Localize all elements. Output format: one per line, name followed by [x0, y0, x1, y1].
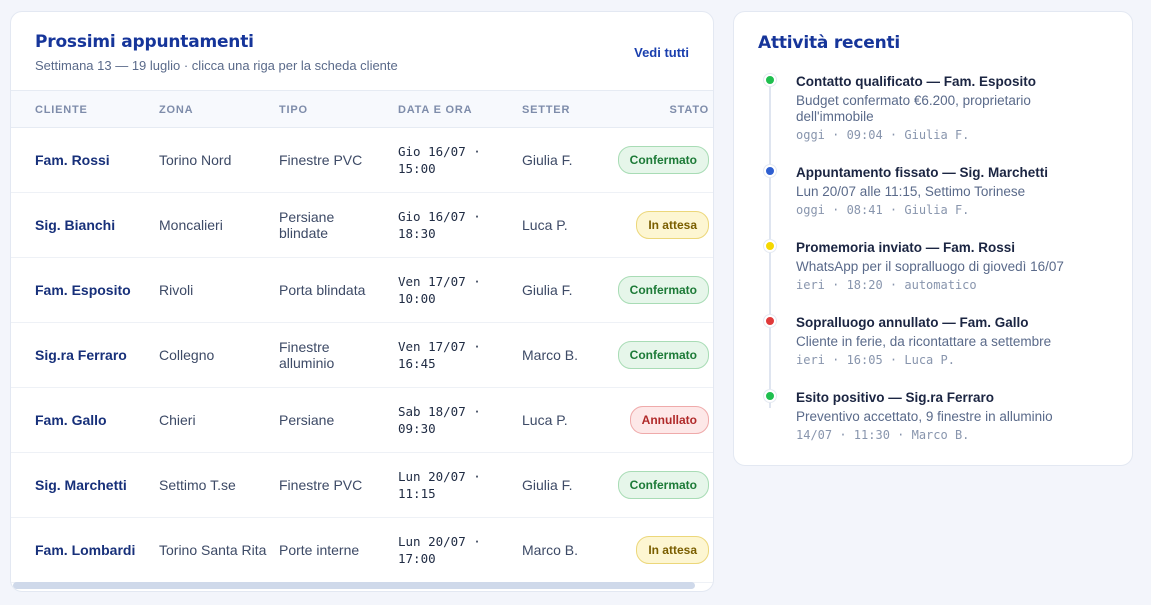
zone-cell: Rivoli [159, 282, 194, 298]
datetime-cell: Gio 16/07 · 15:00 [398, 144, 481, 176]
appointments-subtitle: Settimana 13 — 19 luglio · clicca una ri… [35, 58, 398, 73]
zone-cell: Chieri [159, 412, 196, 428]
activity-item-description: Preventivo accettato, 9 finestre in allu… [796, 409, 1053, 424]
status-cell: Confermato [617, 146, 709, 174]
client-cell: Sig. Bianchi [35, 217, 116, 233]
table-row[interactable]: Sig. Marchetti Settimo T.se Finestre PVC Lu… [11, 453, 713, 518]
view-all-link[interactable]: Vedi tutti [634, 45, 689, 60]
status-badge: Confermato [617, 146, 709, 174]
type-cell: Finestre PVC [279, 152, 363, 168]
status-dot-icon [764, 390, 776, 402]
datetime-cell: Gio 16/07 · 18:30 [398, 209, 481, 241]
datetime-cell: Lun 20/07 · 17:00 [398, 534, 481, 566]
status-badge: In attesa [636, 211, 709, 239]
status-dot-icon [764, 240, 776, 252]
status-dot-icon [764, 165, 776, 177]
table-body: Fam. Rossi Torino Nord Finestre PVC Gio 16/… [11, 128, 713, 583]
type-cell: Persiane blindate [279, 209, 335, 241]
column-header-tipo[interactable]: TIPO [279, 104, 384, 116]
setter-cell: Luca P. [522, 412, 568, 428]
type-cell: Porte interne [279, 542, 360, 558]
client-cell: Fam. Lombardi [35, 542, 136, 558]
activity-item-title: Promemoria inviato — Fam. Rossi [796, 240, 1016, 255]
column-header-setter[interactable]: SETTER [522, 104, 602, 116]
setter-cell: Marco B. [522, 542, 579, 558]
table-row[interactable]: Fam. Lombardi Torino Santa Rita Porte inte… [11, 518, 713, 583]
type-cell: Finestre PVC [279, 477, 363, 493]
activity-item-description: Budget confermato €6.200, proprietario d… [796, 93, 1031, 124]
datetime-cell: Sab 18/07 · 09:30 [398, 404, 481, 436]
zone-cell: Collegno [159, 347, 215, 363]
status-cell: Confermato [617, 471, 709, 499]
setter-cell: Marco B. [522, 347, 579, 363]
column-header-cliente[interactable]: CLIENTE [35, 104, 145, 116]
activity-item-description: Cliente in ferie, da ricontattare a sett… [796, 334, 1052, 349]
activity-item-meta: ieri · 18:20 · automatico [796, 278, 977, 292]
client-cell: Sig.ra Ferraro [35, 347, 127, 363]
setter-cell: Giulia F. [522, 477, 573, 493]
type-cell: Finestre alluminio [279, 339, 335, 371]
activity-card: Attività recenti Contatto qualificato — … [733, 11, 1133, 466]
table-row[interactable]: Sig.ra Ferraro Collegno Finestre alluminio… [11, 323, 713, 388]
status-cell: In attesa [636, 211, 709, 239]
horizontal-scrollbar[interactable] [13, 582, 695, 589]
table-row[interactable]: Fam. Esposito Rivoli Porta blindata Ven 17/… [11, 258, 713, 323]
column-header-zona[interactable]: ZONA [159, 104, 269, 116]
client-cell: Fam. Gallo [35, 412, 107, 428]
type-cell: Persiane [279, 412, 335, 428]
zone-cell: Torino Nord [159, 152, 232, 168]
activity-item-title: Appuntamento fissato — Sig. Marchetti [796, 165, 1049, 180]
datetime-cell: Ven 17/07 · 16:45 [398, 339, 481, 371]
zone-cell: Settimo T.se [159, 477, 236, 493]
activity-title: Attività recenti [758, 33, 901, 53]
activity-item-meta: ieri · 16:05 · Luca P. [796, 353, 955, 367]
status-cell: In attesa [636, 536, 709, 564]
appointments-card: Prossimi appuntamenti Settimana 13 — 19 … [10, 11, 714, 592]
setter-cell: Giulia F. [522, 152, 573, 168]
activity-item-description: Lun 20/07 alle 11:15, Settimo Torinese [796, 184, 1026, 199]
activity-item-meta: oggi · 09:04 · Giulia F. [796, 128, 970, 142]
column-header-data-ora[interactable]: DATA E ORA [398, 104, 508, 116]
appointments-header: Prossimi appuntamenti Settimana 13 — 19 … [11, 12, 713, 90]
table-row[interactable]: Fam. Gallo Chieri Persiane Sab 18/07 · 09:3… [11, 388, 713, 453]
datetime-cell: Ven 17/07 · 10:00 [398, 274, 481, 306]
appointments-title: Prossimi appuntamenti [35, 32, 254, 52]
column-header-stato[interactable]: STATO [670, 104, 709, 116]
activity-item-description: WhatsApp per il sopralluogo di giovedì 1… [796, 259, 1064, 274]
type-cell: Porta blindata [279, 282, 366, 298]
status-badge: Annullato [629, 406, 709, 434]
status-cell: Confermato [617, 341, 709, 369]
setter-cell: Giulia F. [522, 282, 573, 298]
table-row[interactable]: Sig. Bianchi Moncalieri Persiane blindate G… [11, 193, 713, 258]
status-badge: Confermato [617, 471, 709, 499]
activity-item-title: Contatto qualificato — Fam. Esposito [796, 74, 1037, 89]
datetime-cell: Lun 20/07 · 11:15 [398, 469, 481, 501]
table-header: CLIENTE ZONA TIPO DATA E ORA SETTER STAT… [11, 90, 713, 128]
setter-cell: Luca P. [522, 217, 568, 233]
zone-cell: Torino Santa Rita [159, 542, 267, 558]
status-dot-icon [764, 74, 776, 86]
status-dot-icon [764, 315, 776, 327]
activity-item-title: Sopralluogo annullato — Fam. Gallo [796, 315, 1029, 330]
client-cell: Sig. Marchetti [35, 477, 127, 493]
status-cell: Annullato [629, 406, 709, 434]
client-cell: Fam. Rossi [35, 152, 110, 168]
status-badge: Confermato [617, 341, 709, 369]
table-row[interactable]: Fam. Rossi Torino Nord Finestre PVC Gio 16/… [11, 128, 713, 193]
activity-item-meta: 14/07 · 11:30 · Marco B. [796, 428, 970, 442]
status-badge: In attesa [636, 536, 709, 564]
appointments-table: CLIENTE ZONA TIPO DATA E ORA SETTER STAT… [11, 90, 713, 583]
status-cell: Confermato [617, 276, 709, 304]
activity-item-title: Esito positivo — Sig.ra Ferraro [796, 390, 995, 405]
activity-item-meta: oggi · 08:41 · Giulia F. [796, 203, 970, 217]
status-badge: Confermato [617, 276, 709, 304]
zone-cell: Moncalieri [159, 217, 223, 233]
client-cell: Fam. Esposito [35, 282, 131, 298]
